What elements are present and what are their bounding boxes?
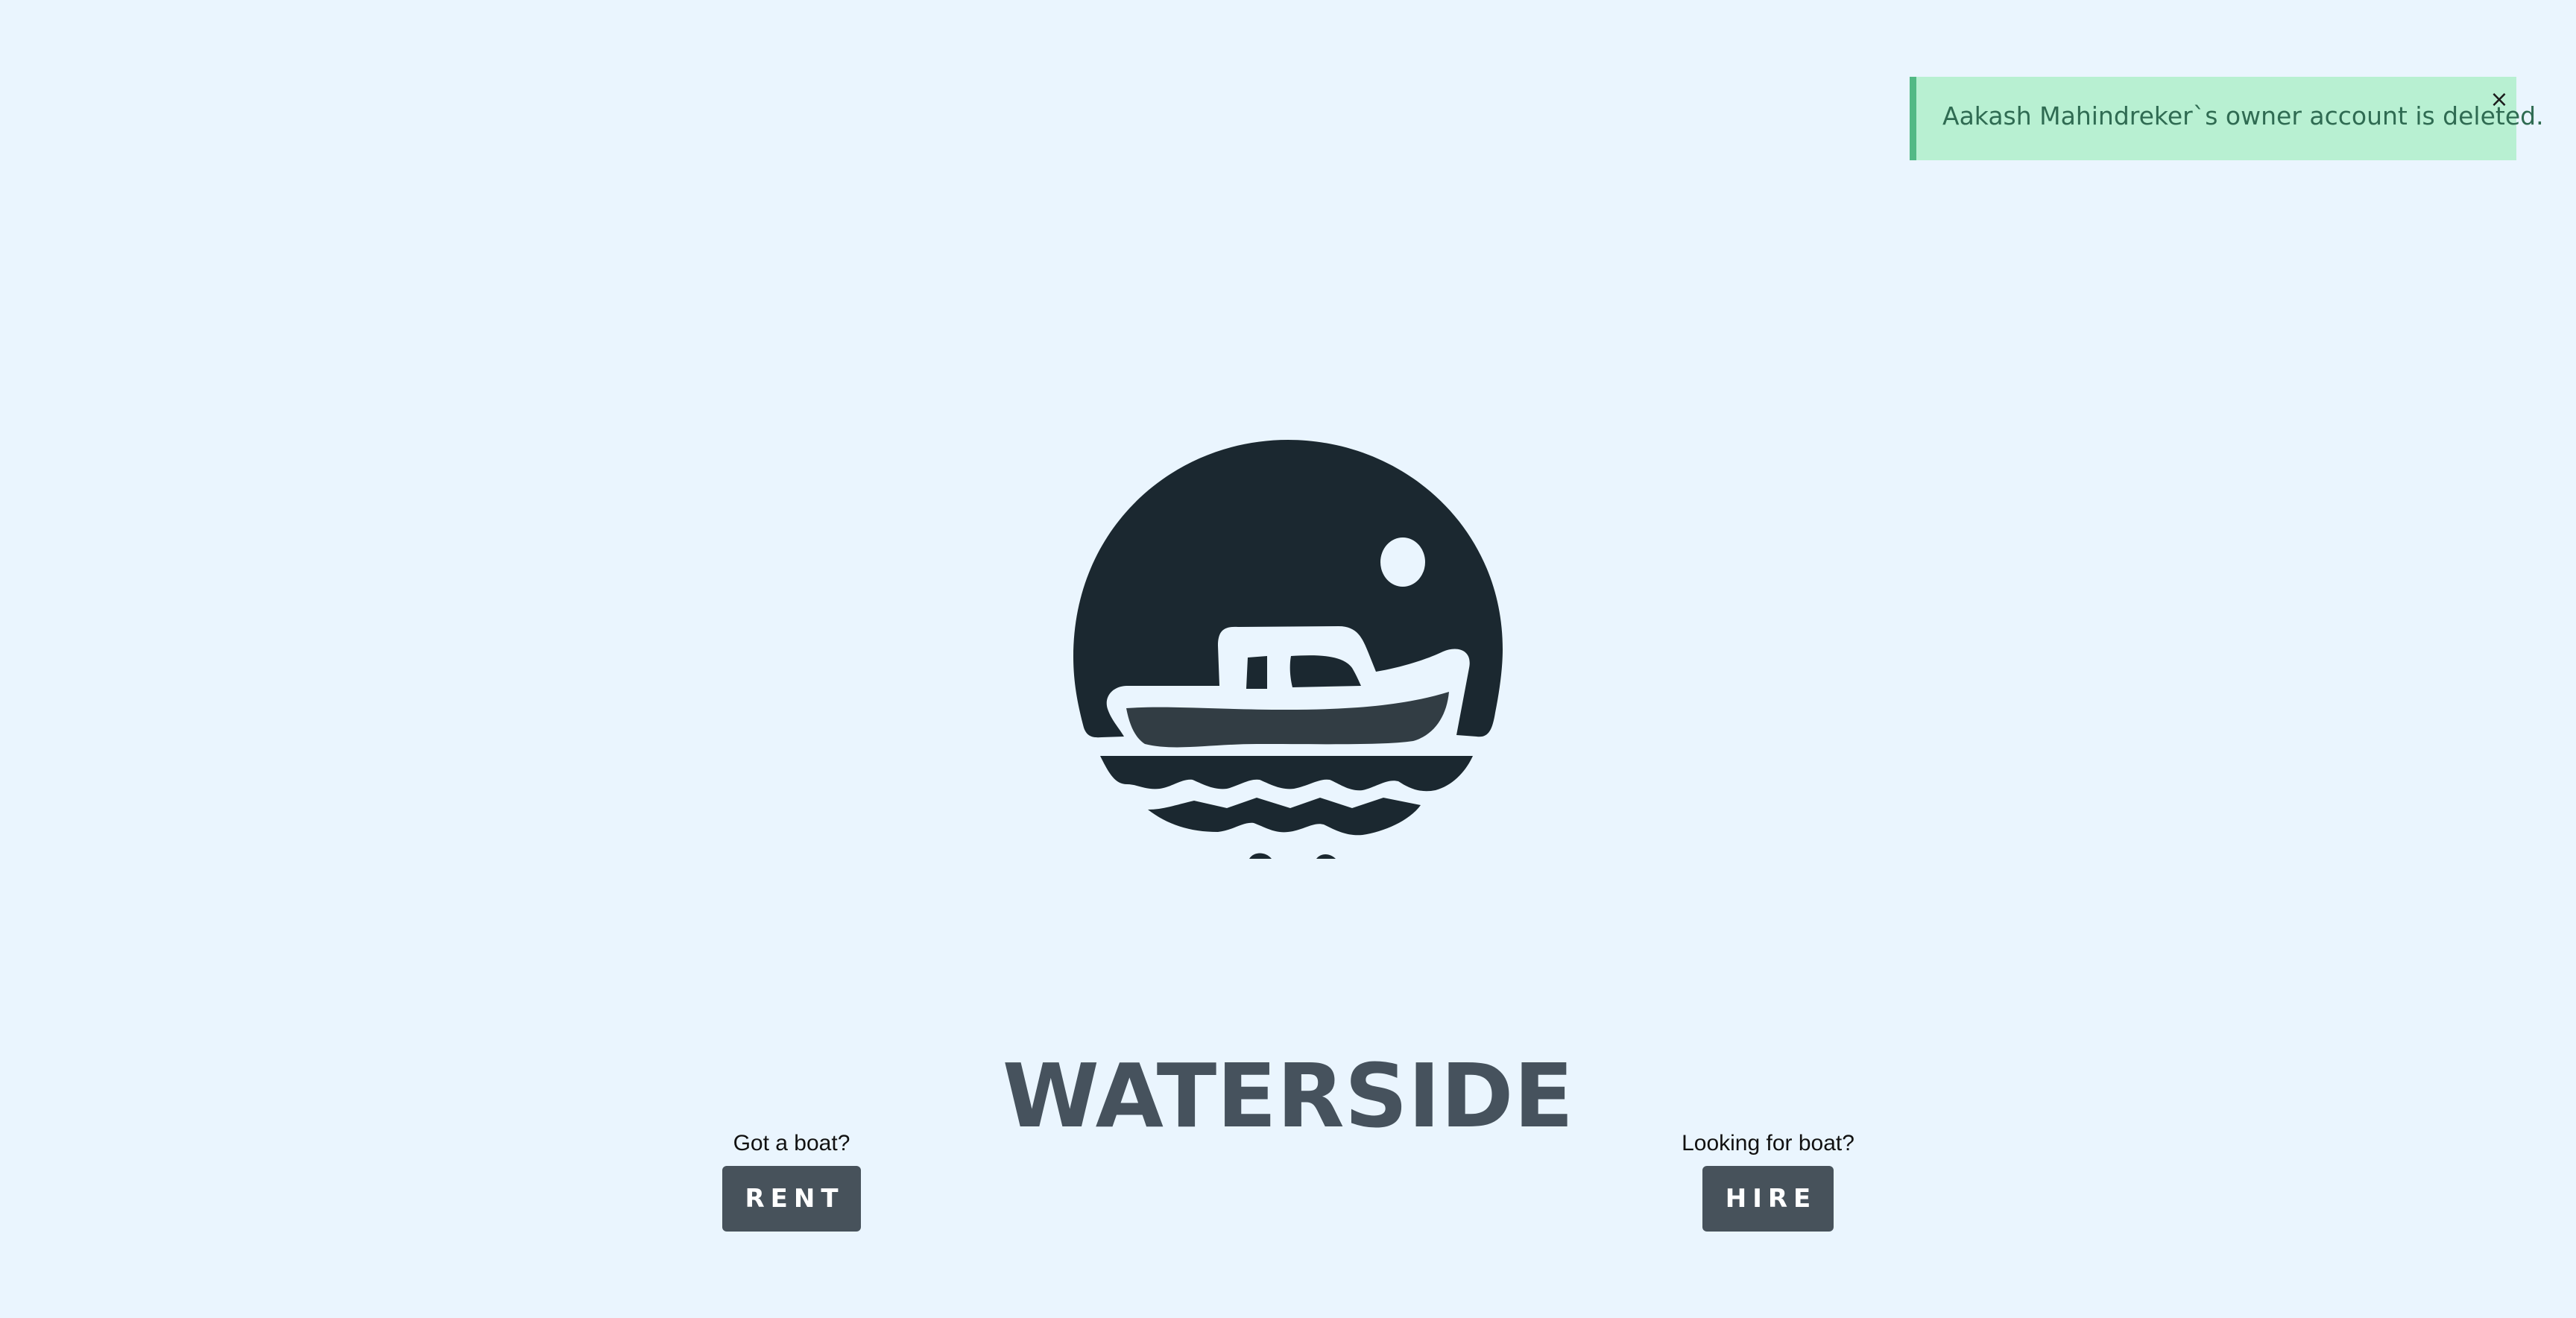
logo-circle xyxy=(1073,440,1503,738)
landing-page: Aakash Mahindreker`s owner account is de… xyxy=(0,0,2576,1318)
moon xyxy=(1380,537,1425,587)
sea-wave-middle xyxy=(1148,798,1421,836)
sea-drop-left xyxy=(1249,853,1272,859)
close-icon[interactable]: × xyxy=(2488,89,2510,111)
brand-title: WATERSIDE xyxy=(1002,1044,1574,1147)
hire-cta: Looking for boat? HIRE xyxy=(1640,1129,1896,1232)
rent-prompt: Got a boat? xyxy=(733,1131,850,1155)
sea-drop-right xyxy=(1316,854,1336,859)
rent-cta: Got a boat? RENT xyxy=(686,1129,897,1232)
boat-logo-icon xyxy=(1073,440,1503,859)
boat-hull xyxy=(1126,692,1449,748)
hire-prompt: Looking for boat? xyxy=(1682,1131,1854,1155)
sea-band xyxy=(1100,756,1473,792)
cabin-window-left xyxy=(1246,656,1267,689)
rent-button[interactable]: RENT xyxy=(722,1166,861,1232)
hire-button[interactable]: HIRE xyxy=(1702,1166,1834,1232)
cabin-window-right xyxy=(1289,655,1361,687)
toast-message: Aakash Mahindreker`s owner account is de… xyxy=(1942,101,2544,130)
success-toast: Aakash Mahindreker`s owner account is de… xyxy=(1910,77,2544,160)
